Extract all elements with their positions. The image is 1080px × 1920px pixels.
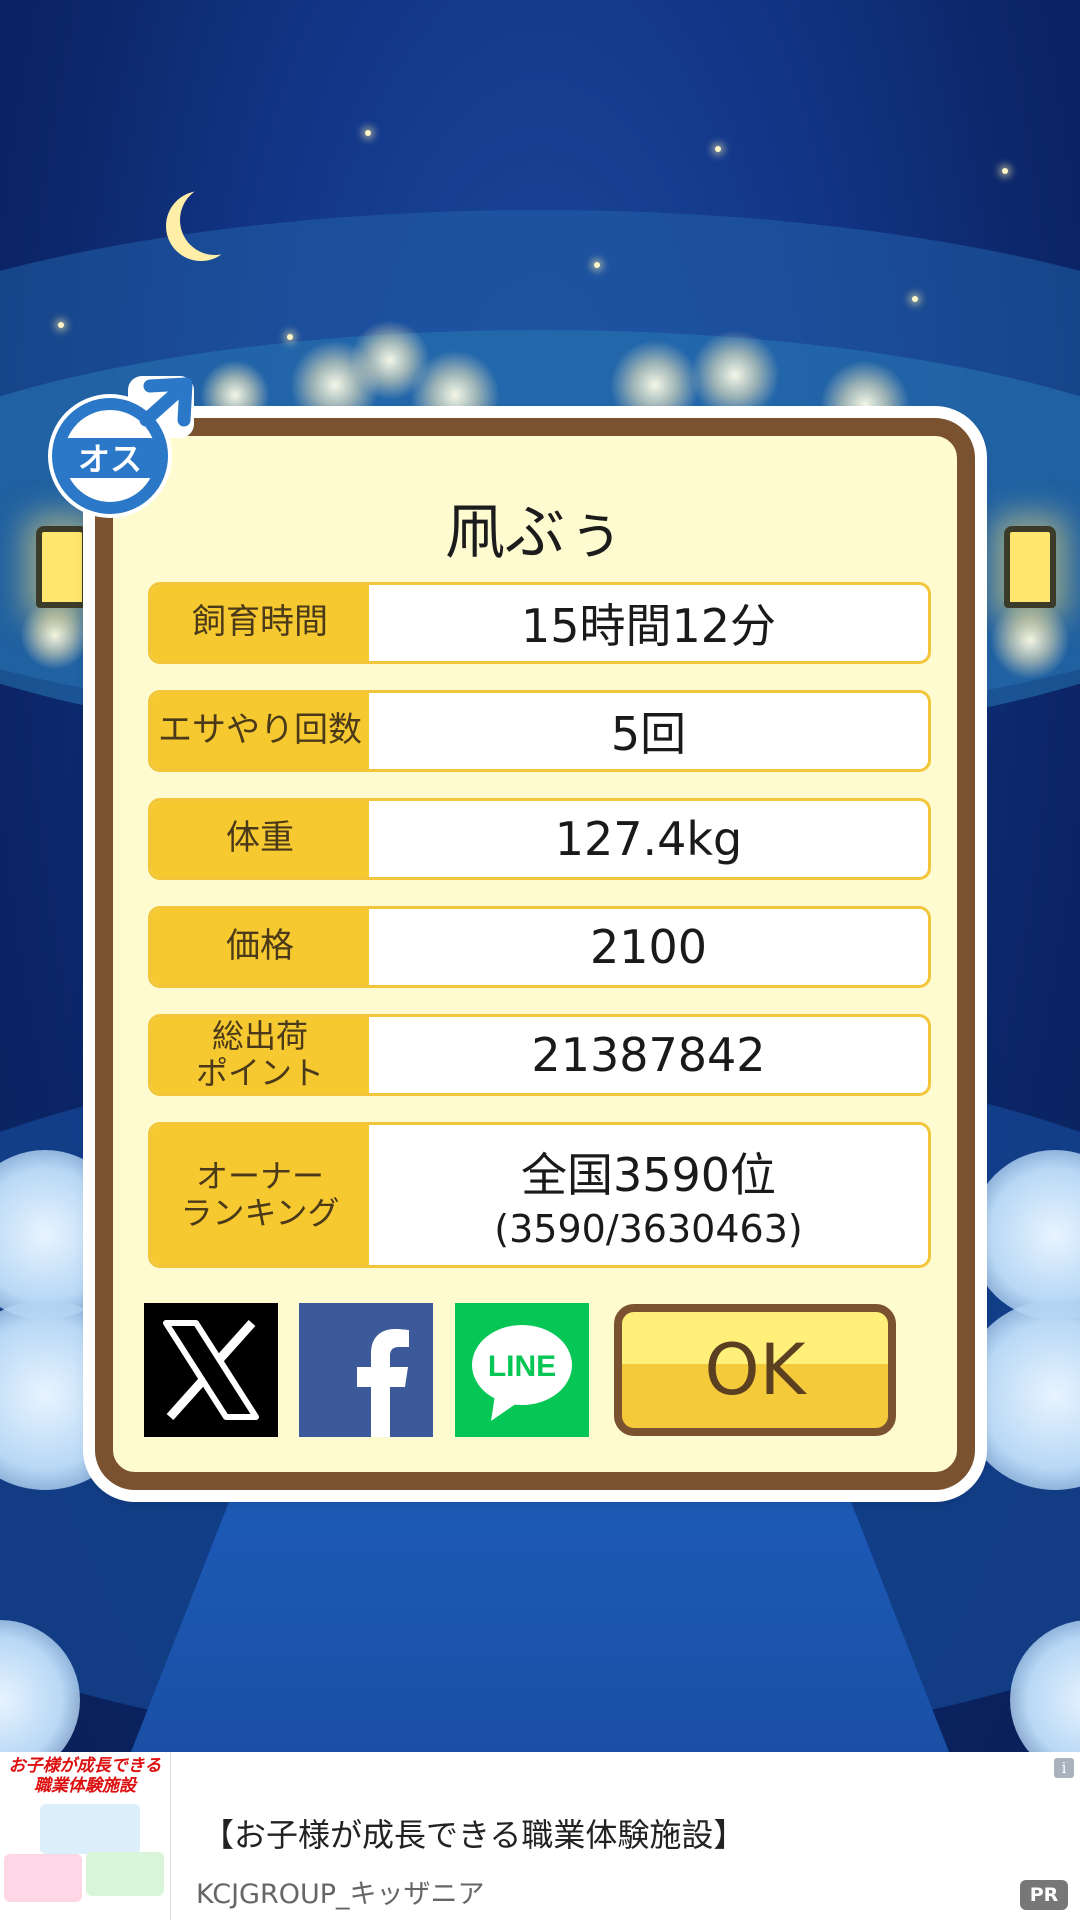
star-icon [715,146,721,152]
stat-label: オーナー ランキング [151,1125,369,1265]
ad-sponsor[interactable]: KCJGROUP_キッザニア [196,1872,485,1911]
ad-thumbnail-graphic [4,1854,82,1902]
facebook-logo-icon [357,1329,409,1437]
light-cluster [610,340,700,430]
light-cluster [20,600,90,670]
stat-value: 21387842 [531,1028,766,1082]
line-logo-icon: LINE [472,1325,572,1421]
gender-badge: オス [48,376,194,518]
stat-value-detail: (3590/3630463) [494,1207,803,1251]
star-icon [58,322,64,328]
star-icon [365,130,371,136]
stat-value: 127.4kg [554,812,743,866]
ad-thumbnail-graphic [86,1852,164,1896]
stat-value: 全国3590位 [520,1148,777,1202]
stat-value: 5回 [610,707,687,761]
stat-row: 飼育時間 15時間12分 [148,582,931,664]
stat-label: 総出荷 ポイント [151,1017,369,1093]
ad-title[interactable]: 【お子様が成長できる職業体験施設】 [202,1810,745,1856]
stat-row: 体重 127.4kg [148,798,931,880]
stat-label: 価格 [151,909,369,985]
stat-label: 飼育時間 [151,585,369,661]
star-icon [287,334,293,340]
stat-value-container: 全国3590位 (3590/3630463) [369,1125,928,1265]
stat-value: 15時間12分 [520,599,777,653]
share-facebook-button[interactable] [299,1303,433,1437]
moon-icon [180,185,250,255]
x-logo-icon [163,1319,259,1421]
ad-banner[interactable]: お子様が成長できる 職業体験施設 【お子様が成長できる職業体験施設】 KCJGR… [0,1752,1080,1920]
stat-value-container: 2100 [369,909,928,985]
gender-badge-text: オス [78,440,142,478]
share-x-button[interactable] [144,1303,278,1437]
ad-pr-badge: PR [1020,1880,1068,1910]
star-icon [594,262,600,268]
stat-row: 総出荷 ポイント 21387842 [148,1014,931,1096]
carpet-path [120,1480,960,1752]
line-logo-text: LINE [488,1350,556,1383]
share-line-button[interactable]: LINE [455,1303,589,1437]
stat-value-container: 5回 [369,693,928,769]
light-cluster [990,600,1070,680]
street-lamp [1004,526,1056,608]
star-icon [1002,168,1008,174]
ad-info-icon[interactable]: i [1054,1758,1074,1778]
stat-row-ranking: オーナー ランキング 全国3590位 (3590/3630463) [148,1122,931,1268]
light-cluster [690,330,780,420]
stat-label: 体重 [151,801,369,877]
street-lamp [36,526,88,608]
stat-row: 価格 2100 [148,906,931,988]
ok-button[interactable]: OK [614,1304,896,1436]
pet-name: 凧ぶぅ [445,498,625,568]
stat-value-container: 127.4kg [369,801,928,877]
stat-label: エサやり回数 [151,693,369,769]
ad-thumbnail[interactable]: お子様が成長できる 職業体験施設 [0,1752,171,1920]
ad-thumbnail-title: お子様が成長できる 職業体験施設 [8,1756,162,1797]
stat-value-container: 15時間12分 [369,585,928,661]
ad-thumbnail-graphic [40,1804,140,1854]
stat-value: 2100 [589,920,708,974]
stat-row: エサやり回数 5回 [148,690,931,772]
stat-value-container: 21387842 [369,1017,928,1093]
star-icon [912,296,918,302]
